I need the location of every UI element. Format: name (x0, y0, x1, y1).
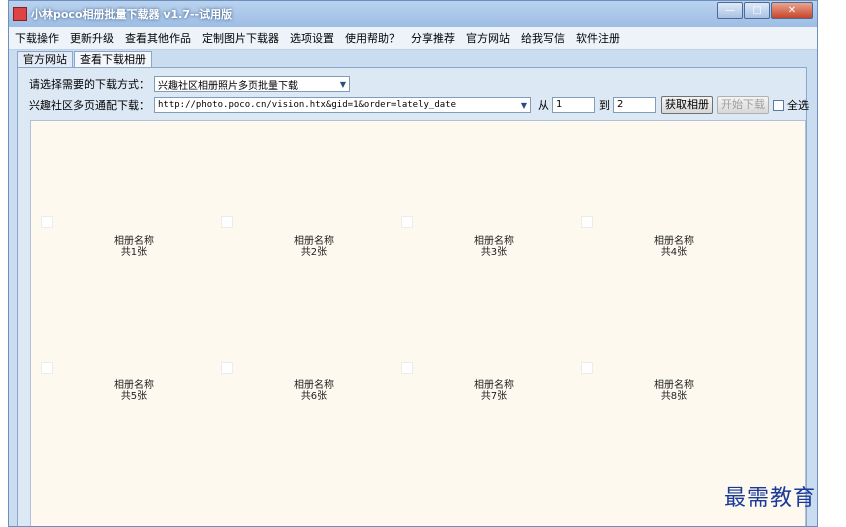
album-count: 共4张 (660, 247, 688, 258)
album-item-4[interactable]: 相册名称 共4张 (581, 216, 761, 276)
menu-official-site[interactable]: 官方网站 (466, 30, 510, 46)
album-count: 共7张 (480, 391, 508, 402)
url-combobox-value: http://photo.poco.cn/vision.htx&gid=1&or… (158, 100, 457, 110)
window-controls: — □ ✕ (716, 2, 813, 19)
title-bar[interactable]: 小林poco相册批量下载器 v1.7--试用版 — □ ✕ (9, 1, 817, 27)
album-thumbnail[interactable] (581, 362, 593, 374)
album-count: 共3张 (480, 247, 508, 258)
minimize-button[interactable]: — (717, 2, 743, 19)
album-thumbnail[interactable] (221, 216, 233, 228)
menu-help[interactable]: 使用帮助？ (345, 30, 400, 46)
mode-select-value: 兴趣社区相册照片多页批量下载 (158, 80, 298, 92)
menu-share[interactable]: 分享推荐 (411, 30, 455, 46)
watermark: 最需教育 (724, 486, 817, 511)
album-item-2[interactable]: 相册名称 共2张 (221, 216, 401, 276)
menu-download[interactable]: 下载操作 (15, 30, 59, 46)
album-item-1[interactable]: 相册名称 共1张 (41, 216, 221, 276)
album-thumbnail[interactable] (221, 362, 233, 374)
close-button[interactable]: ✕ (771, 2, 813, 19)
album-thumbnail[interactable] (401, 362, 413, 374)
tab-view-albums[interactable]: 查看下载相册 (74, 51, 152, 68)
select-all-checkbox[interactable] (773, 99, 784, 111)
tab-official-site[interactable]: 官方网站 (17, 51, 73, 68)
from-page-input[interactable]: 1 (552, 97, 595, 113)
chevron-down-icon: ▼ (520, 100, 527, 110)
to-label: 到 (599, 99, 610, 112)
tab-strip: 官方网站 查看下载相册 (17, 51, 153, 68)
menu-bar: 下载操作 更新升级 查看其他作品 定制图片下载器 选项设置 使用帮助？ 分享推荐… (9, 27, 817, 50)
app-icon (13, 7, 27, 21)
chevron-down-icon: ▼ (339, 79, 346, 89)
album-thumbnail[interactable] (41, 362, 53, 374)
fetch-albums-button[interactable]: 获取相册 (661, 96, 713, 114)
album-item-7[interactable]: 相册名称 共7张 (401, 362, 581, 422)
maximize-button[interactable]: □ (744, 2, 770, 19)
mode-label: 请选择需要的下载方式： (29, 78, 150, 91)
album-count: 共6张 (300, 391, 328, 402)
album-thumbnail[interactable] (581, 216, 593, 228)
mode-select[interactable]: 兴趣社区相册照片多页批量下载 ▼ (154, 76, 350, 92)
select-all-label: 全选 (787, 99, 809, 112)
start-download-button[interactable]: 开始下载 (717, 96, 769, 114)
menu-other-works[interactable]: 查看其他作品 (125, 30, 191, 46)
album-item-5[interactable]: 相册名称 共5张 (41, 362, 221, 422)
album-count: 共2张 (300, 247, 328, 258)
menu-update[interactable]: 更新升级 (70, 30, 114, 46)
menu-write-me[interactable]: 给我写信 (521, 30, 565, 46)
album-thumbnail[interactable] (41, 216, 53, 228)
album-item-6[interactable]: 相册名称 共6张 (221, 362, 401, 422)
album-count: 共5张 (120, 391, 148, 402)
album-item-3[interactable]: 相册名称 共3张 (401, 216, 581, 276)
url-label: 兴趣社区多页通配下载： (29, 99, 150, 112)
to-page-input[interactable]: 2 (613, 97, 656, 113)
album-thumbnail[interactable] (401, 216, 413, 228)
album-count: 共1张 (120, 247, 148, 258)
album-grid: 相册名称 共1张 相册名称 共2张 相册名称 共3张 相册名称 共4张 相册名称… (30, 120, 806, 526)
url-row: 兴趣社区多页通配下载： http://photo.poco.cn/vision.… (29, 96, 809, 114)
window-title: 小林poco相册批量下载器 v1.7--试用版 (31, 8, 233, 21)
url-combobox[interactable]: http://photo.poco.cn/vision.htx&gid=1&or… (154, 97, 531, 113)
mode-row: 请选择需要的下载方式： 兴趣社区相册照片多页批量下载 ▼ (29, 76, 350, 92)
album-item-8[interactable]: 相册名称 共8张 (581, 362, 761, 422)
menu-options[interactable]: 选项设置 (290, 30, 334, 46)
album-count: 共8张 (660, 391, 688, 402)
app-window: 小林poco相册批量下载器 v1.7--试用版 — □ ✕ 下载操作 更新升级 … (8, 0, 818, 527)
menu-custom-downloader[interactable]: 定制图片下载器 (202, 30, 279, 46)
from-label: 从 (538, 99, 549, 112)
menu-register[interactable]: 软件注册 (576, 30, 620, 46)
